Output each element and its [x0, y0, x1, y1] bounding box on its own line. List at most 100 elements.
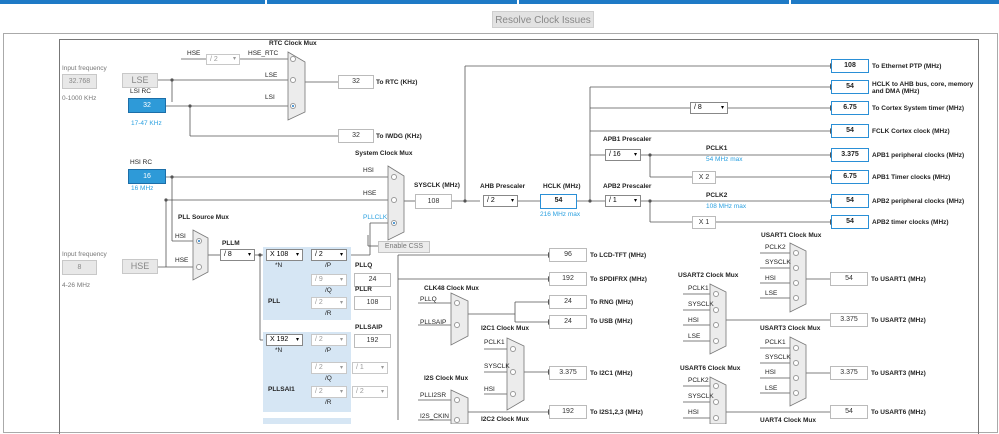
usart1-pclk2-label: PCLK2 — [765, 244, 786, 251]
pllsaip-label: PLLSAIP — [355, 324, 383, 331]
pclk1-label: PCLK1 — [706, 145, 728, 152]
pclk2-max-label: 108 MHz max — [706, 203, 747, 210]
pllsai-r-dropdown[interactable]: / 2 — [311, 386, 347, 398]
lse-frequency-input[interactable]: 32.768 — [62, 74, 97, 89]
hclk-ahb-value: 54 — [831, 80, 869, 94]
pllm-dropdown[interactable]: / 8 — [220, 249, 255, 261]
usart3-lse-label: LSE — [765, 385, 778, 392]
i2s-label: To I2S1,2,3 (MHz) — [590, 409, 643, 416]
ethernet-ptp-label: To Ethernet PTP (MHz) — [872, 63, 942, 70]
hclk-label: HCLK (MHz) — [543, 183, 581, 190]
usart1-sysclk-label: SYSCLK — [765, 259, 791, 266]
usart1-lse-label: LSE — [765, 290, 778, 297]
rng-value: 24 — [549, 295, 587, 309]
ahb-prescaler-dropdown[interactable]: / 2 — [483, 195, 518, 207]
pll-n-dropdown[interactable]: X 108 — [266, 249, 303, 261]
usart3-mux-title: USART3 Clock Mux — [760, 325, 821, 332]
i2s-pll-radio[interactable] — [454, 397, 460, 403]
i2c1-pclk1-radio[interactable] — [510, 346, 516, 352]
hclk-ahb-label: HCLK to AHB bus, core, memory and DMA (M… — [872, 81, 974, 95]
pllsai-n-label: *N — [275, 347, 283, 354]
lsi-rc-label: LSI RC — [130, 88, 151, 95]
cortex-timer-label: To Cortex System timer (MHz) — [872, 105, 964, 112]
pllq-label: PLLQ — [355, 262, 373, 269]
pllsai-q-dropdown[interactable]: / 2 — [311, 362, 347, 374]
rtc-mux-lse-radio[interactable] — [290, 77, 296, 83]
enable-css-button[interactable]: Enable CSS — [378, 241, 430, 253]
usart3-pclk1-radio[interactable] — [793, 345, 799, 351]
hse-frequency-label: Input frequency — [62, 251, 107, 258]
usart1-pclk2-radio[interactable] — [793, 250, 799, 256]
usart1-sysclk-radio[interactable] — [793, 265, 799, 271]
apb1-prescaler-dropdown[interactable]: / 16 — [605, 149, 641, 161]
apb2-prescaler-dropdown[interactable]: / 1 — [605, 195, 641, 207]
pll-source-hsi-radio[interactable] — [196, 238, 202, 244]
usart6-sysclk-label: SYSCLK — [688, 393, 714, 400]
usart2-hsi-radio[interactable] — [713, 322, 719, 328]
uart4-mux-title: UART4 Clock Mux — [760, 417, 816, 424]
usart1-label: To USART1 (MHz) — [871, 276, 926, 283]
pllm-label: PLLM — [222, 240, 240, 247]
pllsai-p-dropdown[interactable]: / 2 — [311, 334, 347, 346]
usart3-hsi-label: HSI — [765, 369, 776, 376]
i2c1-hsi-radio[interactable] — [510, 391, 516, 397]
pllsai-r2-dropdown[interactable]: / 2 — [352, 386, 388, 398]
sys-mux-pllclk-radio[interactable] — [391, 220, 397, 226]
usart2-pclk1-radio[interactable] — [713, 291, 719, 297]
lse-source-box: LSE — [122, 73, 158, 88]
i2s-ckin-label: I2S_CKIN — [420, 413, 449, 420]
apb2-prescaler-label: APB2 Prescaler — [603, 183, 652, 190]
pllsai-q-label: /Q — [325, 375, 332, 382]
usb-label: To USB (MHz) — [590, 318, 633, 325]
usart1-lse-radio[interactable] — [793, 295, 799, 301]
rtc-output-label: To RTC (KHz) — [376, 79, 418, 86]
pll-q-dropdown[interactable]: / 9 — [311, 274, 347, 286]
usart2-pclk1-label: PCLK1 — [688, 285, 709, 292]
pll-p-dropdown[interactable]: / 2 — [311, 249, 347, 261]
cortex-timer-divider-dropdown[interactable]: / 8 — [690, 102, 728, 114]
i2c1-label: To I2C1 (MHz) — [590, 370, 633, 377]
usart2-value: 3.375 — [830, 313, 868, 327]
pll-q-label: /Q — [325, 287, 332, 294]
usart6-hsi-radio[interactable] — [713, 415, 719, 421]
pllsai-p-label: /P — [325, 347, 332, 354]
lcd-tft-value: 96 — [549, 248, 587, 262]
sys-mux-hse-radio[interactable] — [391, 197, 397, 203]
hse-frequency-input[interactable]: 8 — [62, 260, 97, 275]
apb2-timer-multiplier: X 1 — [692, 216, 716, 229]
rtc-hse-divider-dropdown[interactable]: / 2 — [206, 54, 240, 65]
i2c1-sysclk-radio[interactable] — [510, 369, 516, 375]
apb1-timer-multiplier: X 2 — [692, 171, 716, 184]
pll-source-hse-radio[interactable] — [196, 264, 202, 270]
rtc-frequency-value: 32 — [338, 75, 374, 89]
usb-value: 24 — [549, 315, 587, 329]
sys-mux-hsi-radio[interactable] — [391, 174, 397, 180]
i2c1-mux-title: I2C1 Clock Mux — [481, 325, 530, 332]
pll-r-label: /R — [325, 310, 332, 317]
usart3-sysclk-radio[interactable] — [793, 360, 799, 366]
rtc-mux-hse-radio[interactable] — [290, 56, 296, 62]
usart2-lse-radio[interactable] — [713, 338, 719, 344]
i2s-ckin-radio[interactable] — [454, 417, 460, 423]
usart6-pclk2-radio[interactable] — [713, 383, 719, 389]
usart1-hsi-radio[interactable] — [793, 280, 799, 286]
rtc-hse-rtc-label: HSE_RTC — [248, 50, 279, 57]
apb1-timer-value: 6.75 — [831, 170, 869, 184]
usart3-lse-radio[interactable] — [793, 390, 799, 396]
apb2-timer-value: 54 — [831, 215, 869, 229]
pll-source-hse-label: HSE — [175, 257, 189, 264]
pllsai-n-dropdown[interactable]: X 192 — [266, 334, 303, 346]
clk48-pllsaip-radio[interactable] — [454, 322, 460, 328]
sys-mux-hsi-label: HSI — [363, 167, 374, 174]
pllsai-q2-dropdown[interactable]: / 1 — [352, 362, 388, 374]
usart2-mux-title: USART2 Clock Mux — [678, 272, 739, 279]
iwdg-output-label: To IWDG (KHz) — [376, 133, 422, 140]
hclk-input[interactable]: 54 — [540, 194, 577, 209]
sys-mux-hse-label: HSE — [363, 190, 377, 197]
usart3-hsi-radio[interactable] — [793, 375, 799, 381]
clk48-pllq-radio[interactable] — [454, 300, 460, 306]
pllq-value: 24 — [354, 273, 391, 287]
pll-r-dropdown[interactable]: / 2 — [311, 297, 347, 309]
sysclk-value: 108 — [415, 194, 452, 209]
rtc-mux-lsi-radio[interactable] — [290, 103, 296, 109]
